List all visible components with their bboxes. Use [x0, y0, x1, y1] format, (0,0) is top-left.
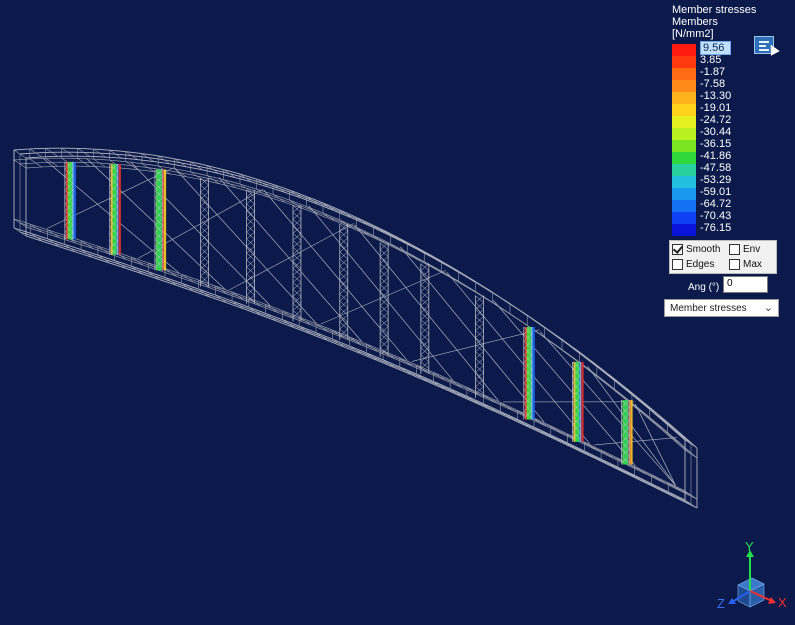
diagonal-member	[354, 224, 499, 401]
truss-model	[13, 147, 698, 509]
legend-swatch	[672, 188, 696, 200]
legend-swatch	[672, 152, 696, 164]
display-options: Smooth Env Edges Max	[669, 240, 777, 274]
env-checkbox[interactable]: Env	[729, 242, 760, 256]
diagonal-member	[446, 271, 590, 444]
smooth-check-icon	[672, 243, 683, 255]
diagonal-member	[594, 437, 677, 446]
legend-unit: [N/mm2]	[672, 28, 714, 40]
stressed-post	[118, 164, 121, 255]
legend-value: -70.43	[700, 210, 732, 222]
legend-swatch	[672, 92, 696, 104]
edges-checkbox[interactable]: Edges	[672, 257, 714, 271]
legend-swatch	[672, 68, 696, 80]
legend-swatch	[672, 164, 696, 176]
legend-swatch	[672, 104, 696, 116]
legend-heading: Member stresses	[672, 4, 757, 16]
bottom-chord	[13, 227, 686, 501]
stressed-post	[630, 400, 633, 465]
env-label: Env	[743, 243, 761, 255]
legend-value: -13.30	[700, 90, 732, 102]
legend-value: -7.58	[700, 78, 726, 90]
diagonal-member	[634, 403, 676, 486]
max-checkbox[interactable]: Max	[729, 257, 762, 271]
legend-swatch	[672, 44, 696, 56]
legend-value: -64.72	[700, 198, 732, 210]
stressed-post	[532, 327, 535, 420]
legend-value: -24.72	[700, 114, 732, 126]
legend-swatch	[672, 224, 696, 236]
bottom-chord	[19, 231, 692, 505]
color-legend: 9.56 3.85 -1.87 -7.58 -13.30 -19.01 -24.72 -30.…	[672, 41, 752, 236]
max-label: Max	[743, 258, 762, 270]
legend-value: -30.44	[700, 126, 732, 138]
bottom-chord	[25, 235, 698, 509]
smooth-checkbox[interactable]: Smooth	[672, 242, 720, 256]
edges-label: Edges	[686, 258, 715, 270]
legend-swatch	[672, 80, 696, 92]
legend-swatch	[672, 200, 696, 212]
stressed-post	[110, 164, 113, 255]
stressed-post	[73, 162, 77, 240]
legend-value: 3.85	[700, 54, 722, 66]
z-axis-label: Z	[717, 596, 725, 611]
legend-value: -53.29	[700, 174, 732, 186]
legend-subheading: Members	[672, 16, 718, 28]
y-axis-label: Y	[745, 540, 754, 554]
legend-swatch	[672, 140, 696, 152]
legend-value: -47.58	[700, 162, 732, 174]
legend-swatch	[672, 128, 696, 140]
angle-label: Ang (°)	[688, 282, 720, 293]
legend-value[interactable]: 9.56	[700, 41, 732, 55]
top-chord	[25, 165, 698, 459]
x-axis-label: X	[778, 595, 787, 610]
smooth-label: Smooth	[686, 243, 721, 255]
stressed-post	[163, 169, 167, 271]
axis-triad: Y X Z	[717, 540, 787, 611]
options-button[interactable]	[754, 36, 780, 56]
legend-title: Member stresses Members [N/mm2]	[672, 4, 756, 40]
stressed-post	[581, 361, 584, 442]
legend-swatch	[672, 56, 696, 68]
top-chord	[25, 155, 698, 449]
legend-swatch	[672, 212, 696, 224]
legend-value: -1.87	[700, 66, 726, 78]
legend-row: -76.15	[672, 222, 752, 236]
legend-value: -59.01	[700, 186, 732, 198]
legend-value: -76.15	[700, 222, 732, 234]
legend-value: -41.86	[700, 150, 732, 162]
chevron-down-icon: ⌄	[763, 302, 773, 314]
legend-value: -36.15	[700, 138, 732, 150]
legend-swatch	[672, 176, 696, 188]
angle-input[interactable]: 0	[723, 276, 768, 293]
legend-swatch	[672, 116, 696, 128]
result-type-select[interactable]: Member stresses ⌄	[664, 299, 779, 317]
legend-value: -19.01	[700, 102, 732, 114]
result-type-value: Member stresses	[670, 303, 747, 314]
